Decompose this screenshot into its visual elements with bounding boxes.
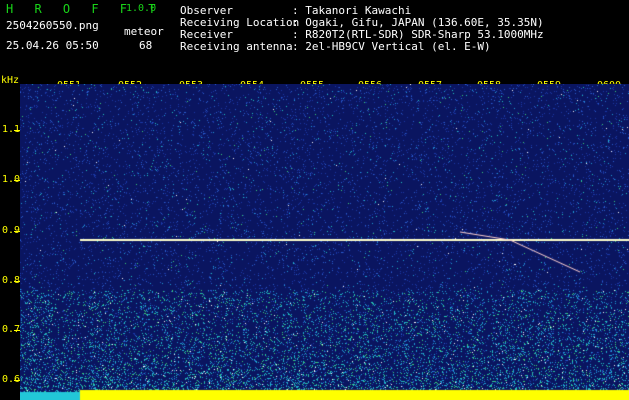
freq-tick — [14, 330, 20, 331]
meteor-label: meteor — [124, 25, 164, 38]
freq-tick — [14, 130, 20, 131]
freq-tick — [14, 231, 20, 232]
version-label: 1.0.0 — [126, 3, 157, 14]
info-key: Receiving antenna — [180, 40, 293, 53]
datetime-label: 25.04.26 05:50 — [6, 39, 99, 52]
freq-tick — [14, 281, 20, 282]
freq-tick — [14, 180, 20, 181]
freq-unit-label: kHz — [1, 75, 20, 86]
spectrogram-canvas — [20, 84, 629, 400]
header-panel: H R O F F T 1.0.0 2504260550.png meteor … — [0, 0, 629, 75]
freq-tick — [14, 380, 20, 381]
filename-label: 2504260550.png — [6, 19, 99, 32]
spectrogram — [20, 84, 629, 400]
info-antenna: Receiving antenna: 2el-HB9CV Vertical (e… — [180, 41, 491, 53]
info-value: : 2el-HB9CV Vertical (el. E-W) — [292, 40, 491, 53]
meteor-count: 68 — [139, 39, 153, 52]
